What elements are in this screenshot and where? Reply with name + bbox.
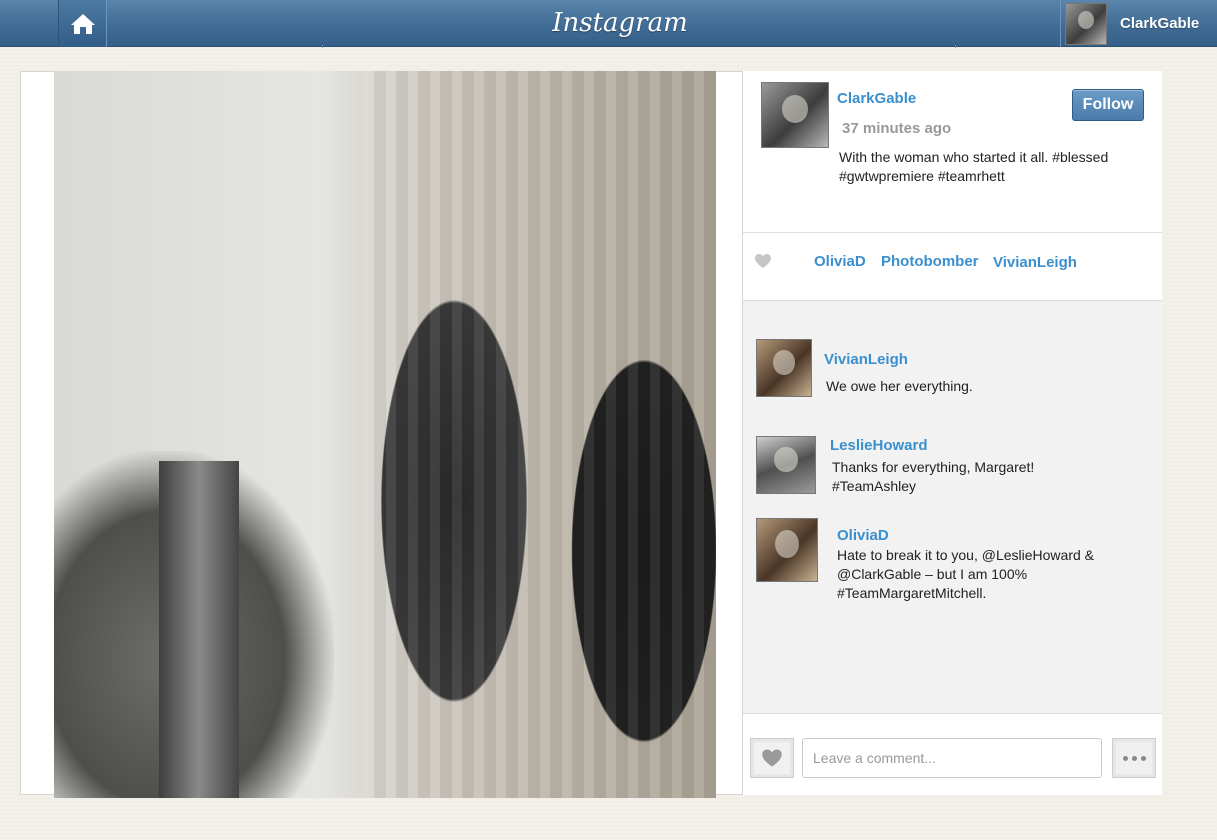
home-button[interactable] xyxy=(58,0,107,47)
comments-list: VivianLeigh We owe her everything. Lesli… xyxy=(743,301,1162,713)
home-icon xyxy=(70,13,95,34)
comment-text: Hate to break it to you, @LeslieHoward &… xyxy=(837,547,1095,601)
photo-column xyxy=(159,461,239,798)
post-owner[interactable]: ClarkGable xyxy=(837,90,916,107)
more-dots-icon xyxy=(1122,755,1146,761)
commenter-name[interactable]: OliviaD xyxy=(837,527,889,544)
like-button[interactable] xyxy=(750,738,794,778)
user-name: ClarkGable xyxy=(1120,15,1200,32)
comment-input[interactable] xyxy=(802,738,1102,778)
brand-logo[interactable]: Instagram xyxy=(520,4,720,42)
topbar-divider xyxy=(322,45,956,48)
heart-icon xyxy=(762,749,782,767)
commenter-avatar[interactable] xyxy=(756,436,816,494)
owner-avatar[interactable] xyxy=(761,82,829,148)
post-header: ClarkGable 37 minutes ago With the woman… xyxy=(743,71,1162,233)
commenter-avatar[interactable] xyxy=(756,518,818,582)
comment-text: Thanks for everything, Margaret! #TeamAs… xyxy=(832,459,1035,494)
comment-text: We owe her everything. xyxy=(826,378,973,394)
user-avatar xyxy=(1065,2,1107,45)
liker-name[interactable]: VivianLeigh xyxy=(993,254,1077,271)
post-sidebar: ClarkGable 37 minutes ago With the woman… xyxy=(742,71,1162,795)
follow-button[interactable]: Follow xyxy=(1072,89,1144,121)
top-bar: Instagram ClarkGable xyxy=(0,0,1217,48)
post-photo[interactable] xyxy=(54,71,716,798)
commenter-name[interactable]: LeslieHoward xyxy=(830,437,928,454)
commenter-avatar[interactable] xyxy=(756,339,812,397)
post-caption: With the woman who started it all. #bles… xyxy=(839,149,1109,184)
user-menu[interactable]: ClarkGable xyxy=(1060,0,1217,47)
heart-icon xyxy=(755,254,771,268)
post-timestamp: 37 minutes ago xyxy=(842,120,952,137)
liker-name[interactable]: OliviaD xyxy=(814,253,866,270)
comment-bar xyxy=(743,713,1162,795)
photo-curtain xyxy=(364,71,716,798)
more-options-button[interactable] xyxy=(1112,738,1156,778)
commenter-name[interactable]: VivianLeigh xyxy=(824,351,908,368)
liker-name[interactable]: Photobomber xyxy=(881,253,979,270)
